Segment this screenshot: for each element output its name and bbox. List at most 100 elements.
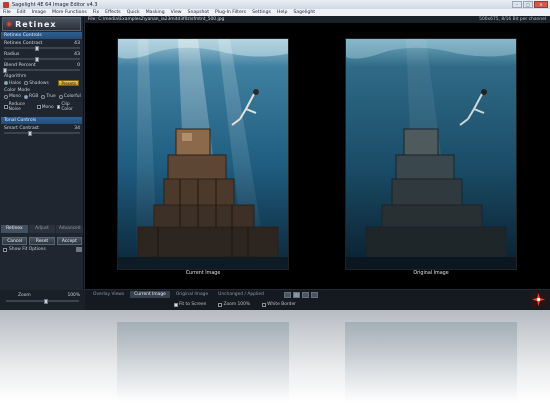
app-icon xyxy=(3,1,9,8)
current-image[interactable] xyxy=(117,38,289,270)
checkbox xyxy=(56,105,61,109)
option-label: White Border xyxy=(267,302,296,307)
zoom-100-option[interactable]: Zoom 100% xyxy=(218,302,250,307)
blend-percent-slider[interactable]: Blend Percent 0 xyxy=(3,63,80,73)
current-image-graphic xyxy=(118,39,288,269)
radio-label: Shadows xyxy=(29,80,49,86)
check-label: Clip Color xyxy=(61,102,73,112)
slider-label: Blend Percent xyxy=(4,63,36,68)
image-info: 500x675, 8/16 Bit per channel xyxy=(479,17,546,22)
tab-unchanged-applied[interactable]: Unchanged / Applied xyxy=(214,291,268,298)
side-by-side-icon[interactable] xyxy=(292,291,300,298)
menu-settings[interactable]: Settings xyxy=(252,10,271,15)
zoom-slider[interactable] xyxy=(6,299,79,304)
original-image-caption: Original Image xyxy=(413,271,449,276)
radio-label: RGB xyxy=(28,94,39,99)
split-view-icon[interactable] xyxy=(301,291,309,298)
file-path-bar: File: C:\media\Examples2\yanan_ia23mitd3… xyxy=(85,16,550,23)
cancel-button[interactable]: Cancel xyxy=(2,237,28,245)
minimize-button[interactable]: – xyxy=(512,1,522,8)
radius-slider[interactable]: Radius 43 xyxy=(4,52,80,62)
menu-quick[interactable]: Quick xyxy=(127,10,140,15)
radio-mono[interactable]: Mono xyxy=(4,94,21,99)
radio-label: Colorful xyxy=(63,94,81,99)
menu-sagelight[interactable]: Sagelight xyxy=(293,10,315,15)
tab-retinex[interactable]: Retinex xyxy=(1,225,28,233)
tab-current-image[interactable]: Current Image xyxy=(130,291,170,298)
radio-label: Halos xyxy=(9,80,22,86)
tonal-controls-header[interactable]: Tonal Controls xyxy=(1,117,82,124)
menu-view[interactable]: View xyxy=(171,10,182,15)
check-reduce-noise[interactable]: Reduce Noise xyxy=(4,102,34,112)
fit-to-screen-option[interactable]: Fit to Screen xyxy=(174,302,206,307)
check-mono[interactable]: Mono xyxy=(36,104,54,110)
accept-button[interactable]: Accept xyxy=(56,237,82,245)
checkbox xyxy=(3,247,7,252)
zoom-knob[interactable] xyxy=(44,299,49,304)
show-fit-label: Show Fit Options xyxy=(9,247,46,252)
single-view-icon[interactable] xyxy=(283,291,291,298)
menu-more-functions[interactable]: More Functions xyxy=(52,10,87,15)
slider-track[interactable] xyxy=(4,46,80,51)
presets-button[interactable]: Presets xyxy=(58,80,79,86)
radio-indicator xyxy=(4,81,8,85)
tab-advanced[interactable]: Advanced xyxy=(56,225,84,233)
menu-masking[interactable]: Masking xyxy=(146,10,165,15)
slider-knob[interactable] xyxy=(3,68,7,73)
slider-track[interactable] xyxy=(4,131,80,136)
tab-overlay-views[interactable]: Overlay Views xyxy=(89,291,128,298)
original-image-graphic xyxy=(346,39,516,269)
reset-button[interactable]: Reset xyxy=(29,237,55,245)
retinex-logo: ◉ Retinex xyxy=(2,17,81,31)
menu-effects[interactable]: Effects xyxy=(105,10,121,15)
checkbox xyxy=(262,302,267,307)
slider-label: Radius xyxy=(4,52,20,57)
checkbox xyxy=(4,105,8,109)
panel-tabs: Retinex Adjust Advanced xyxy=(1,225,84,233)
menu-image[interactable]: Image xyxy=(32,10,46,15)
grid-view-icon[interactable] xyxy=(310,291,318,298)
maximize-button[interactable]: □ xyxy=(523,1,533,8)
reflection-current xyxy=(117,322,289,402)
radio-colorful[interactable]: Colorful xyxy=(58,94,81,99)
retinex-controls-header[interactable]: Retinex Controls xyxy=(1,32,82,39)
tab-adjust[interactable]: Adjust xyxy=(28,225,56,233)
layout-buttons xyxy=(283,291,318,298)
slider-track[interactable] xyxy=(3,68,80,73)
menu-plugin-filters[interactable]: Plug-In Filters xyxy=(215,10,246,15)
menu-file[interactable]: File xyxy=(3,10,11,15)
check-label: Mono xyxy=(41,104,54,110)
white-border-option[interactable]: White Border xyxy=(262,302,296,307)
radio-indicator xyxy=(24,81,29,85)
slider-knob[interactable] xyxy=(34,57,39,62)
radio-true[interactable]: True xyxy=(41,94,56,99)
algorithm-options: Halos Shadows Presets xyxy=(4,80,79,86)
slider-track[interactable] xyxy=(4,57,80,62)
close-button[interactable]: ✕ xyxy=(534,1,548,8)
original-image[interactable] xyxy=(345,38,517,270)
menu-fix[interactable]: Fix xyxy=(93,10,99,15)
option-label: Zoom 100% xyxy=(223,302,251,307)
menu-edit[interactable]: Edit xyxy=(17,10,26,15)
show-fit-options-row[interactable]: Show Fit Options xyxy=(3,247,82,252)
radio-shadows[interactable]: Shadows xyxy=(24,81,49,86)
slider-knob[interactable] xyxy=(28,131,33,136)
tab-original-image[interactable]: Original Image xyxy=(172,291,212,298)
slider-value: 34 xyxy=(74,126,80,131)
window-title: Sagelight 4E 64 Image Editor v4.3 xyxy=(12,1,98,8)
radio-rgb[interactable]: RGB xyxy=(23,94,39,99)
reflection-original xyxy=(345,322,517,402)
menu-snapshot[interactable]: Snapshot xyxy=(188,10,209,15)
action-buttons: Cancel Reset Accept xyxy=(2,237,82,245)
retinex-logo-icon: ◉ xyxy=(6,20,14,28)
image-canvas[interactable]: Current Image Original Image xyxy=(85,23,550,289)
radio-halos[interactable]: Halos xyxy=(4,81,21,86)
menu-bar: File Edit Image More Functions Fix Effec… xyxy=(0,9,550,16)
menu-help[interactable]: Help xyxy=(277,10,287,15)
slider-knob[interactable] xyxy=(34,46,39,51)
smart-contrast-slider[interactable]: Smart Contrast 34 xyxy=(4,126,80,136)
expand-icon[interactable] xyxy=(76,247,82,252)
slider-value: 0 xyxy=(77,63,80,68)
check-clip-color[interactable]: Clip Color xyxy=(56,102,79,112)
retinex-contrast-slider[interactable]: Retinex Contrast 43 xyxy=(4,41,80,51)
